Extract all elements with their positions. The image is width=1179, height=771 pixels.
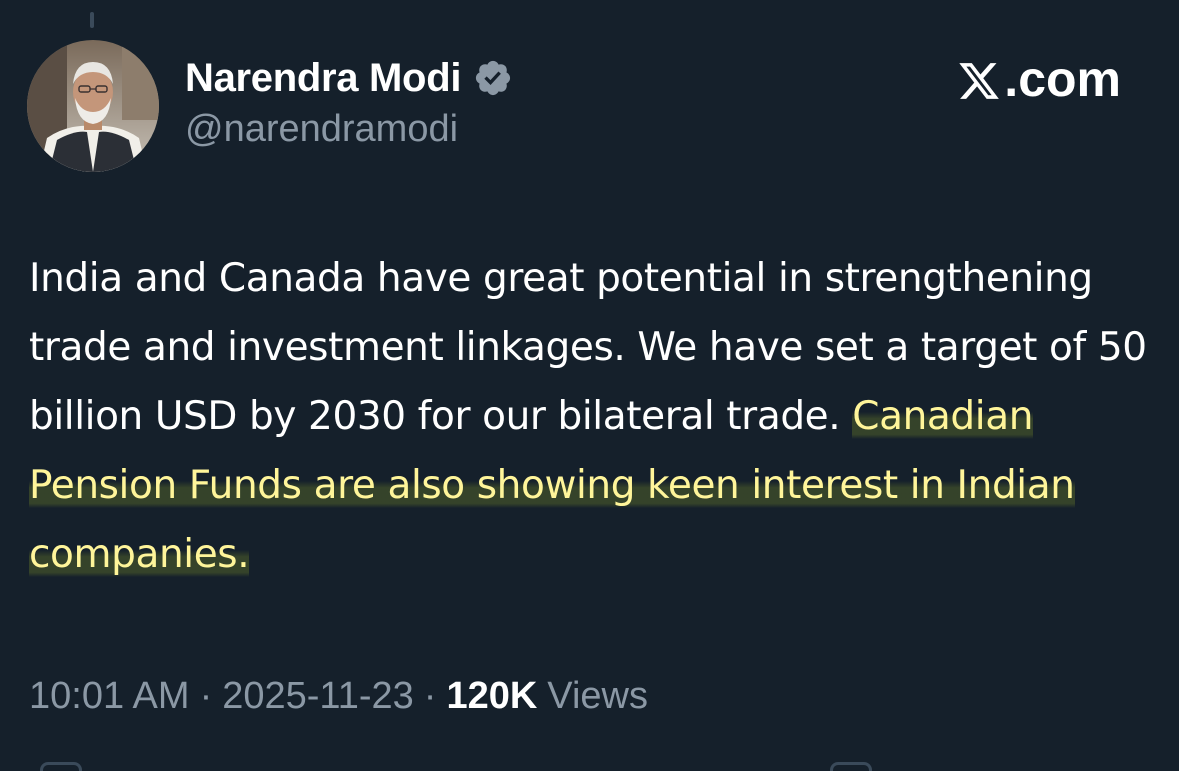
- verified-badge-icon[interactable]: [473, 58, 513, 98]
- views-label: Views: [547, 674, 648, 717]
- reply-icon[interactable]: [40, 762, 82, 771]
- brand-domain-text: .com: [1004, 51, 1121, 107]
- x-logo-icon: [956, 57, 1002, 101]
- tweet-card: Narendra Modi @narendramodi .com India a…: [0, 0, 1179, 771]
- tweet-time[interactable]: 10:01 AM: [29, 675, 190, 718]
- author-display-name[interactable]: Narendra Modi: [185, 56, 461, 101]
- author-row: Narendra Modi: [185, 52, 513, 104]
- tweet-body: India and Canada have great potential in…: [29, 244, 1154, 589]
- author-handle[interactable]: @narendramodi: [185, 108, 458, 151]
- views-count[interactable]: 120K: [446, 675, 537, 718]
- meta-separator: ·: [199, 674, 213, 717]
- meta-separator: ·: [423, 674, 437, 717]
- tweet-date[interactable]: 2025-11-23: [222, 675, 414, 718]
- avatar-photo-icon: [27, 40, 159, 172]
- avatar[interactable]: [27, 40, 159, 172]
- x-com-watermark: .com: [956, 51, 1121, 107]
- tweet-meta: 10:01 AM · 2025-11-23 · 120K Views: [29, 670, 648, 722]
- thread-connector: [90, 12, 94, 28]
- bookmark-icon[interactable]: [830, 762, 872, 771]
